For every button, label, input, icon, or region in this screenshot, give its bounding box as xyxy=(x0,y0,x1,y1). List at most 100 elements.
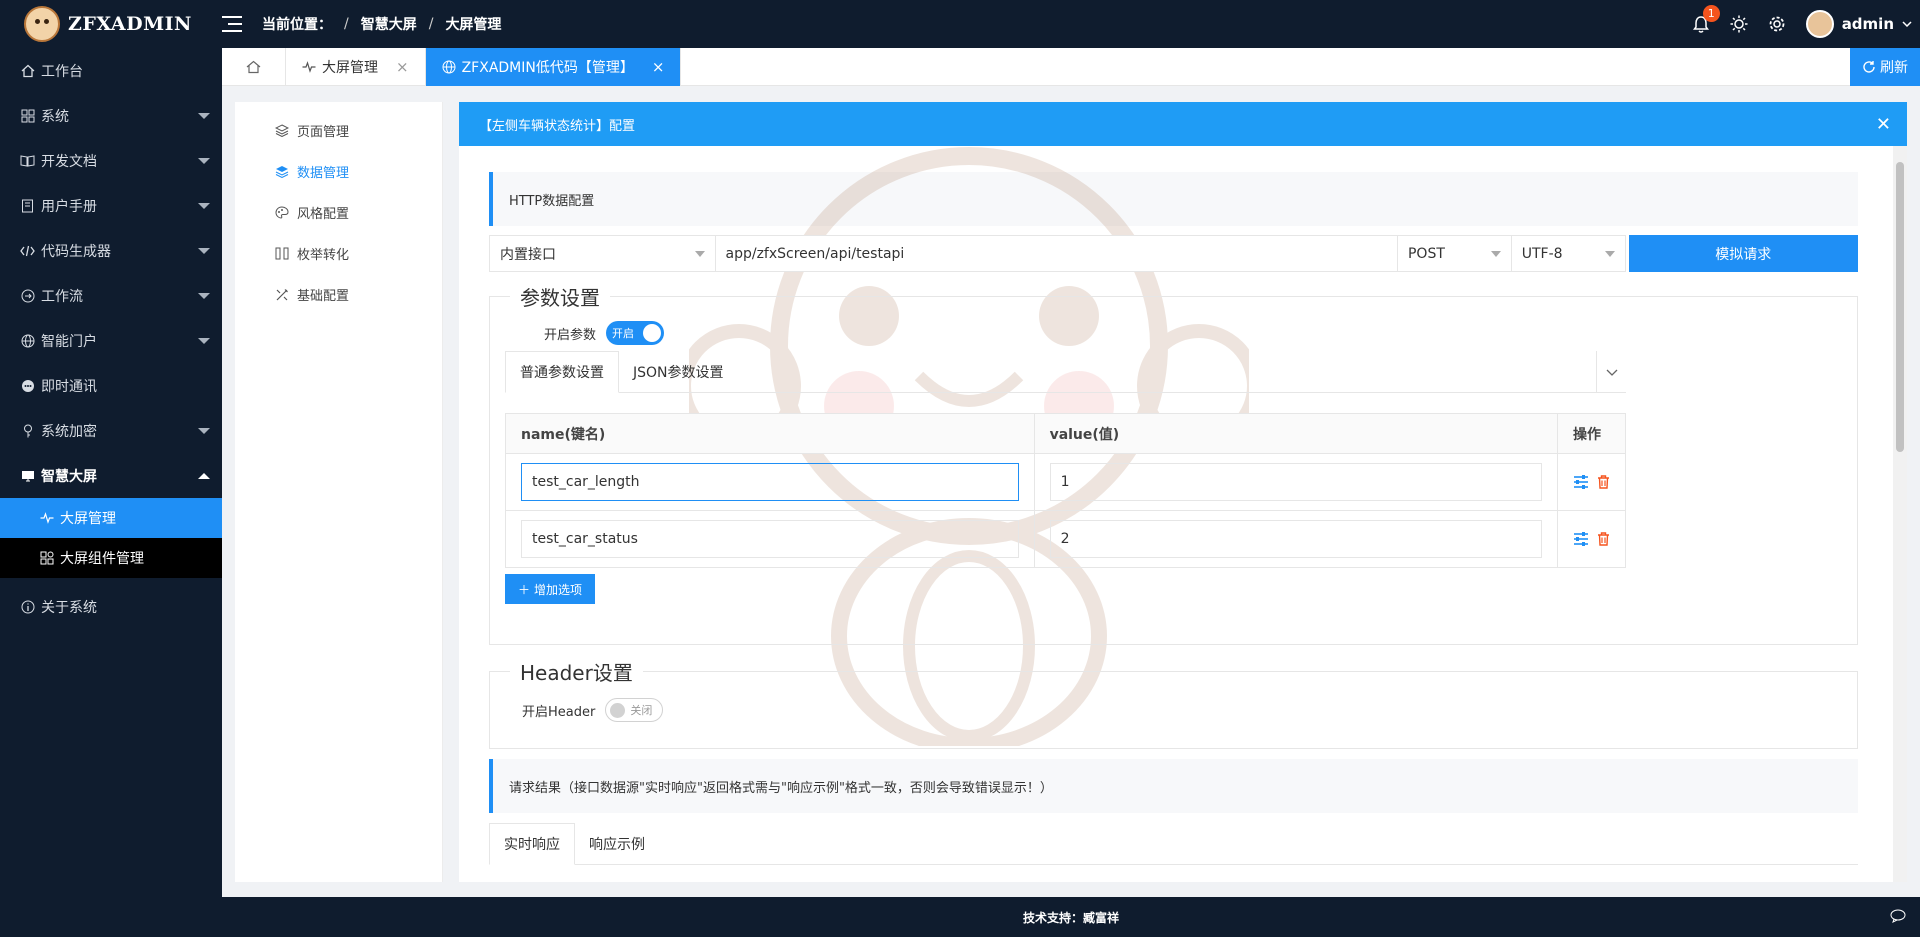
sidebar-item-label: 工作流 xyxy=(41,288,83,305)
sidebar-item-label: 代码生成器 xyxy=(41,243,111,260)
chevron-down-icon xyxy=(1902,21,1912,27)
table-cell xyxy=(1557,510,1626,568)
menu-toggle-icon[interactable] xyxy=(222,16,242,32)
sidebar-item-smart-screen[interactable]: 智慧大屏 xyxy=(0,453,222,498)
add-option-button[interactable]: ＋ 增加选项 xyxy=(505,574,595,604)
breadcrumb: 当前位置： / 智慧大屏 / 大屏管理 xyxy=(262,14,501,34)
request-row: 内置接口 app/zfxScreen/api/testapi POST UTF-… xyxy=(489,235,1858,272)
sidebar-item-encryption[interactable]: 系统加密 xyxy=(0,408,222,453)
param-name-input[interactable]: test_car_length xyxy=(521,463,1019,501)
apps-icon xyxy=(20,108,35,123)
nav-basic-config[interactable]: 基础配置 xyxy=(235,274,442,315)
url-input[interactable]: app/zfxScreen/api/testapi xyxy=(715,235,1398,272)
http-section-title: HTTP数据配置 xyxy=(489,172,1858,226)
breadcrumb-label: 当前位置： xyxy=(262,17,332,33)
sidebar-item-dev-docs[interactable]: 开发文档 xyxy=(0,138,222,183)
sidebar-item-portal[interactable]: 智能门户 xyxy=(0,318,222,363)
header-toggle[interactable]: 关闭 xyxy=(605,698,664,722)
source-select[interactable]: 内置接口 xyxy=(489,235,716,272)
encoding-select[interactable]: UTF-8 xyxy=(1511,235,1626,272)
tab-normal-params[interactable]: 普通参数设置 xyxy=(505,351,619,393)
method-select[interactable]: POST xyxy=(1397,235,1512,272)
sidebar-item-label: 开发文档 xyxy=(41,153,97,170)
sidebar-item-system[interactable]: 系统 xyxy=(0,93,222,138)
sidebar-item-code-generator[interactable]: 代码生成器 xyxy=(0,228,222,273)
close-icon[interactable]: ✕ xyxy=(1876,114,1891,135)
caret-down-icon xyxy=(198,247,210,254)
tab-home[interactable] xyxy=(222,48,286,86)
settings-button[interactable] xyxy=(1768,15,1786,33)
sidebar-item-im[interactable]: 即时通讯 xyxy=(0,363,222,408)
sliders-icon[interactable] xyxy=(1573,532,1589,546)
nav-style-config[interactable]: 风格配置 xyxy=(235,192,442,233)
mock-request-button[interactable]: 模拟请求 xyxy=(1628,235,1858,272)
tab-response-example[interactable]: 响应示例 xyxy=(575,823,659,864)
globe-icon xyxy=(20,333,35,348)
close-icon[interactable]: × xyxy=(652,58,665,76)
nav-label: 风格配置 xyxy=(297,207,350,222)
sidebar: 工作台 系统 开发文档 用户手册 代码生成器 工作流 智能门户 即时通讯 系统加… xyxy=(0,48,222,937)
header-fieldset: Header设置 开启Header 关闭 xyxy=(489,657,1858,749)
refresh-button[interactable]: 刷新 xyxy=(1850,48,1920,86)
table-row: test_car_length 1 xyxy=(505,453,1626,511)
notification-button[interactable]: 1 xyxy=(1692,5,1720,33)
result-section-title: 请求结果（接口数据源"实时响应"返回格式需与"响应示例"格式一致，否则会导致错误… xyxy=(489,759,1858,813)
sun-icon xyxy=(1730,15,1748,33)
tab-json-params[interactable]: JSON参数设置 xyxy=(619,351,738,392)
section-title-text: 请求结果（接口数据源"实时响应"返回格式需与"响应示例"格式一致，否则会导致错误… xyxy=(509,780,1053,796)
sidebar-item-workflow[interactable]: 工作流 xyxy=(0,273,222,318)
params-switch-label: 开启参数 xyxy=(544,327,597,343)
trash-icon[interactable] xyxy=(1597,532,1610,546)
theme-button[interactable] xyxy=(1730,15,1748,33)
caret-down-icon xyxy=(198,157,210,164)
close-icon[interactable]: × xyxy=(396,58,409,76)
tab-screen-manage[interactable]: 大屏管理 × xyxy=(286,48,426,86)
source-value: 内置接口 xyxy=(500,246,556,263)
dialog-header: 【左侧车辆状态统计】配置 ✕ xyxy=(459,102,1907,146)
sidebar-subitem-widget-manage[interactable]: 大屏组件管理 xyxy=(0,538,222,578)
params-toggle[interactable]: 开启 xyxy=(606,321,665,345)
param-name-input[interactable]: test_car_status xyxy=(521,520,1019,558)
table-cell: 2 xyxy=(1033,510,1559,568)
workflow-icon xyxy=(20,288,35,303)
trash-icon[interactable] xyxy=(1597,475,1610,489)
sidebar-item-label: 即时通讯 xyxy=(41,378,97,395)
nav-label: 枚举转化 xyxy=(297,248,350,263)
sidebar-item-label: 智能门户 xyxy=(41,333,97,350)
sidebar-item-workbench[interactable]: 工作台 xyxy=(0,48,222,93)
home-icon xyxy=(20,63,35,78)
toggle-knob xyxy=(610,703,626,718)
header-switch-label: 开启Header xyxy=(522,704,596,720)
sidebar-item-about[interactable]: 关于系统 xyxy=(0,584,222,629)
param-value-input[interactable]: 2 xyxy=(1049,520,1542,558)
chat-icon xyxy=(20,378,35,393)
nav-enum-convert[interactable]: 枚举转化 xyxy=(235,233,442,274)
nav-page-manage[interactable]: 页面管理 xyxy=(235,110,442,151)
gear-icon xyxy=(1769,16,1785,32)
param-value-input[interactable]: 1 xyxy=(1049,463,1542,501)
sidebar-item-user-manual[interactable]: 用户手册 xyxy=(0,183,222,228)
refresh-icon xyxy=(1863,61,1875,73)
nav-data-manage[interactable]: 数据管理 xyxy=(235,151,442,192)
dialog-title: 【左侧车辆状态统计】配置 xyxy=(479,118,636,134)
footer-text: 技术支持：臧富祥 xyxy=(1022,910,1119,925)
chat-bubble-icon[interactable] xyxy=(1890,909,1906,923)
subtabs-more-button[interactable] xyxy=(1596,351,1626,393)
user-menu[interactable]: admin xyxy=(1805,10,1912,38)
tab-realtime-response[interactable]: 实时响应 xyxy=(489,823,575,865)
nav-label: 基础配置 xyxy=(297,289,350,304)
breadcrumb-item[interactable]: 大屏管理 xyxy=(445,14,501,34)
sidebar-item-label: 用户手册 xyxy=(41,198,97,215)
sliders-icon[interactable] xyxy=(1573,475,1589,489)
logo[interactable]: ZFXADMIN xyxy=(0,0,222,48)
caret-down-icon xyxy=(198,427,210,434)
sidebar-subitem-label: 大屏管理 xyxy=(60,511,116,527)
sidebar-subitem-screen-manage[interactable]: 大屏管理 xyxy=(0,498,222,538)
nav-label: 数据管理 xyxy=(297,166,350,181)
breadcrumb-item[interactable]: 智慧大屏 xyxy=(361,14,417,34)
encoding-value: UTF-8 xyxy=(1521,245,1563,262)
tab-label: ZFXADMIN低代码【管理】 xyxy=(461,60,634,76)
params-table: name(键名) value(值) 操作 test_car_length 1 t… xyxy=(505,413,1626,568)
tab-lowcode-manage[interactable]: ZFXADMIN低代码【管理】 × xyxy=(425,48,682,86)
config-dialog: 【左侧车辆状态统计】配置 ✕ HTTP数据配置 内置接口 app/zfxScre… xyxy=(459,102,1907,882)
